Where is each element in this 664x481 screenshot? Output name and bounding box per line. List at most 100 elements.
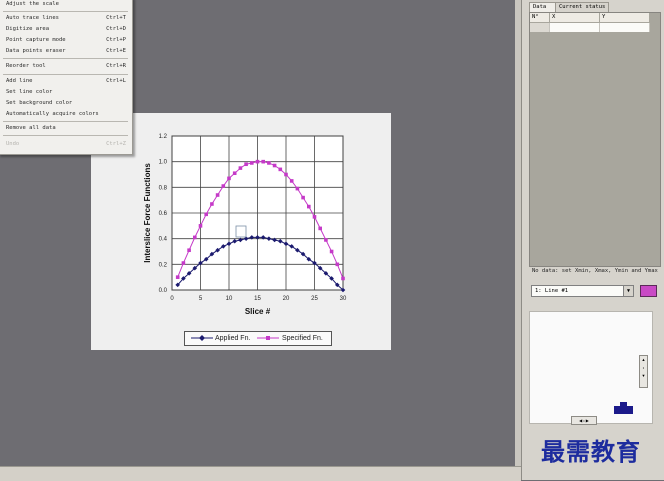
menu-item-reorder-tool[interactable]: Reorder tool Ctrl+R (6, 62, 126, 71)
menu-item-undo[interactable]: Undo Ctrl+Z (6, 140, 126, 149)
line-select-value: 1: Line #1 (535, 288, 569, 294)
x-tick-label: 15 (254, 296, 261, 302)
y-tick-label: 0.0 (159, 288, 168, 294)
data-point-specified (181, 261, 186, 265)
menu-item-point-capture[interactable]: Point capture mode Ctrl+P (6, 36, 126, 45)
y-tick-label: 0.4 (159, 237, 168, 243)
data-point-specified (278, 167, 283, 172)
chart-svg: 0 5 10 15 20 25 30 0.0 0.2 0.4 0.6 0.8 1.0 1.2 Slice #… (143, 134, 347, 316)
tab-data[interactable]: Data (529, 2, 557, 12)
x-tick-label: 10 (226, 296, 233, 302)
menu-separator (3, 135, 128, 136)
table-cell[interactable] (600, 23, 650, 32)
menu-item-label: Automatically acquire colors (6, 111, 99, 117)
menu-item-label: Auto trace lines (6, 15, 59, 21)
menu-item-label: Data points eraser (6, 48, 66, 54)
data-point-specified (187, 248, 191, 253)
data-point-specified (210, 202, 214, 206)
column-header-x: X (550, 13, 600, 22)
y-tick-label: 1.0 (159, 160, 168, 166)
menu-item-adjust-scale[interactable]: Adjust the scale (6, 0, 126, 9)
table-cell (530, 23, 550, 32)
menu-separator (3, 74, 128, 75)
menu-item-label: Reorder tool (6, 63, 46, 69)
menu-item-shortcut: Ctrl+T (106, 15, 126, 21)
x-axis-label: Slice # (245, 307, 271, 316)
menu-item-label: Point capture mode (6, 37, 66, 43)
menu-item-remove-all-data[interactable]: Remove all data (6, 124, 126, 133)
data-point-specified (261, 159, 265, 164)
data-point-specified (193, 235, 197, 240)
data-point-specified (341, 276, 345, 281)
menu-item-shortcut: Ctrl+Z (106, 141, 126, 147)
data-point-specified (295, 186, 300, 191)
line-select-dropdown[interactable]: 1: Line #1 ▼ (531, 285, 634, 297)
y-tick-label: 0.6 (159, 211, 168, 217)
chart-legend: Applied Fn. Specified Fn. (184, 331, 332, 346)
menu-item-label: Add line (6, 78, 33, 84)
menu-item-set-background-color[interactable]: Set background color (6, 99, 126, 108)
zoom-preview[interactable]: ▲ • ▼ ◀ • ▶ (529, 311, 653, 425)
line-color-swatch[interactable] (640, 285, 657, 297)
preview-horizontal-arrows[interactable]: ◀ • ▶ (571, 416, 597, 425)
data-point-specified (232, 171, 237, 176)
data-point-specified (307, 204, 311, 209)
data-point-specified (227, 176, 231, 181)
menu-item-label: Remove all data (6, 125, 56, 131)
column-header-y: Y (600, 13, 650, 22)
data-point-specified (289, 179, 294, 183)
y-tick-label: 0.2 (159, 262, 168, 268)
x-tick-label: 5 (199, 296, 203, 302)
data-point-specified (284, 172, 288, 177)
menu-item-shortcut: Ctrl+D (106, 26, 126, 32)
menu-item-points-eraser[interactable]: Data points eraser Ctrl+E (6, 47, 126, 56)
menu-separator (3, 58, 128, 59)
preview-cursor-mark (614, 406, 633, 414)
menu-separator (3, 11, 128, 12)
legend-marker-applied (191, 335, 213, 341)
data-point-specified (267, 161, 271, 165)
data-point-specified (244, 162, 248, 167)
menu-item-label: Adjust the scale (6, 1, 59, 7)
menu-item-label: Undo (6, 141, 20, 147)
menu-item-digitize-area[interactable]: Digitize area Ctrl+D (6, 25, 126, 34)
menu-item-set-line-color[interactable]: Set line color (6, 88, 126, 97)
column-header-n: N° (530, 13, 550, 22)
menu-item-label: Set line color (6, 89, 53, 95)
preview-vertical-arrows[interactable]: ▲ • ▼ (639, 355, 648, 388)
digitize-context-menu: Adjust the scale Auto trace lines Ctrl+T … (0, 0, 133, 155)
data-point-specified (238, 166, 243, 170)
data-table[interactable]: N° X Y (529, 12, 661, 267)
menu-item-shortcut: Ctrl+E (106, 48, 126, 54)
menu-item-auto-trace[interactable]: Auto trace lines Ctrl+T (6, 14, 126, 23)
menu-item-auto-acquire-colors[interactable]: Automatically acquire colors (6, 110, 126, 119)
y-tick-label: 0.8 (159, 185, 168, 191)
data-point-specified (312, 215, 317, 219)
chart-image[interactable]: 0 5 10 15 20 25 30 0.0 0.2 0.4 0.6 0.8 1.0 1.2 Slice #… (91, 113, 391, 350)
data-point-specified (175, 275, 180, 279)
data-point-specified (198, 224, 203, 228)
chevron-down-icon[interactable]: ▼ (623, 286, 633, 296)
table-row[interactable] (530, 23, 650, 32)
legend-marker-specified (257, 336, 279, 340)
data-point-specified (329, 249, 334, 254)
x-tick-label: 25 (311, 296, 318, 302)
data-point-specified (255, 159, 260, 164)
right-panel: Data Current status N° X Y No data: set … (521, 0, 664, 480)
data-point-specified (318, 226, 322, 231)
legend-label-specified: Specified Fn. (282, 335, 323, 342)
tab-label: Data (533, 4, 547, 10)
table-header: N° X Y (530, 13, 650, 22)
workspace-horizontal-scrollbar[interactable] (0, 466, 521, 481)
data-point-specified (335, 262, 340, 267)
tab-label: Current status (559, 4, 606, 10)
data-point-specified (221, 184, 226, 188)
data-point-specified (204, 212, 208, 217)
legend-label-applied: Applied Fn. (215, 335, 251, 342)
table-cell[interactable] (550, 23, 600, 32)
tab-current-status[interactable]: Current status (555, 2, 609, 12)
menu-item-add-line[interactable]: Add line Ctrl+L (6, 77, 126, 86)
data-point-specified (272, 163, 277, 168)
status-message: No data: set Xmin, Xmax, Ymin and Ymax (532, 268, 658, 274)
menu-item-label: Set background color (6, 100, 73, 106)
